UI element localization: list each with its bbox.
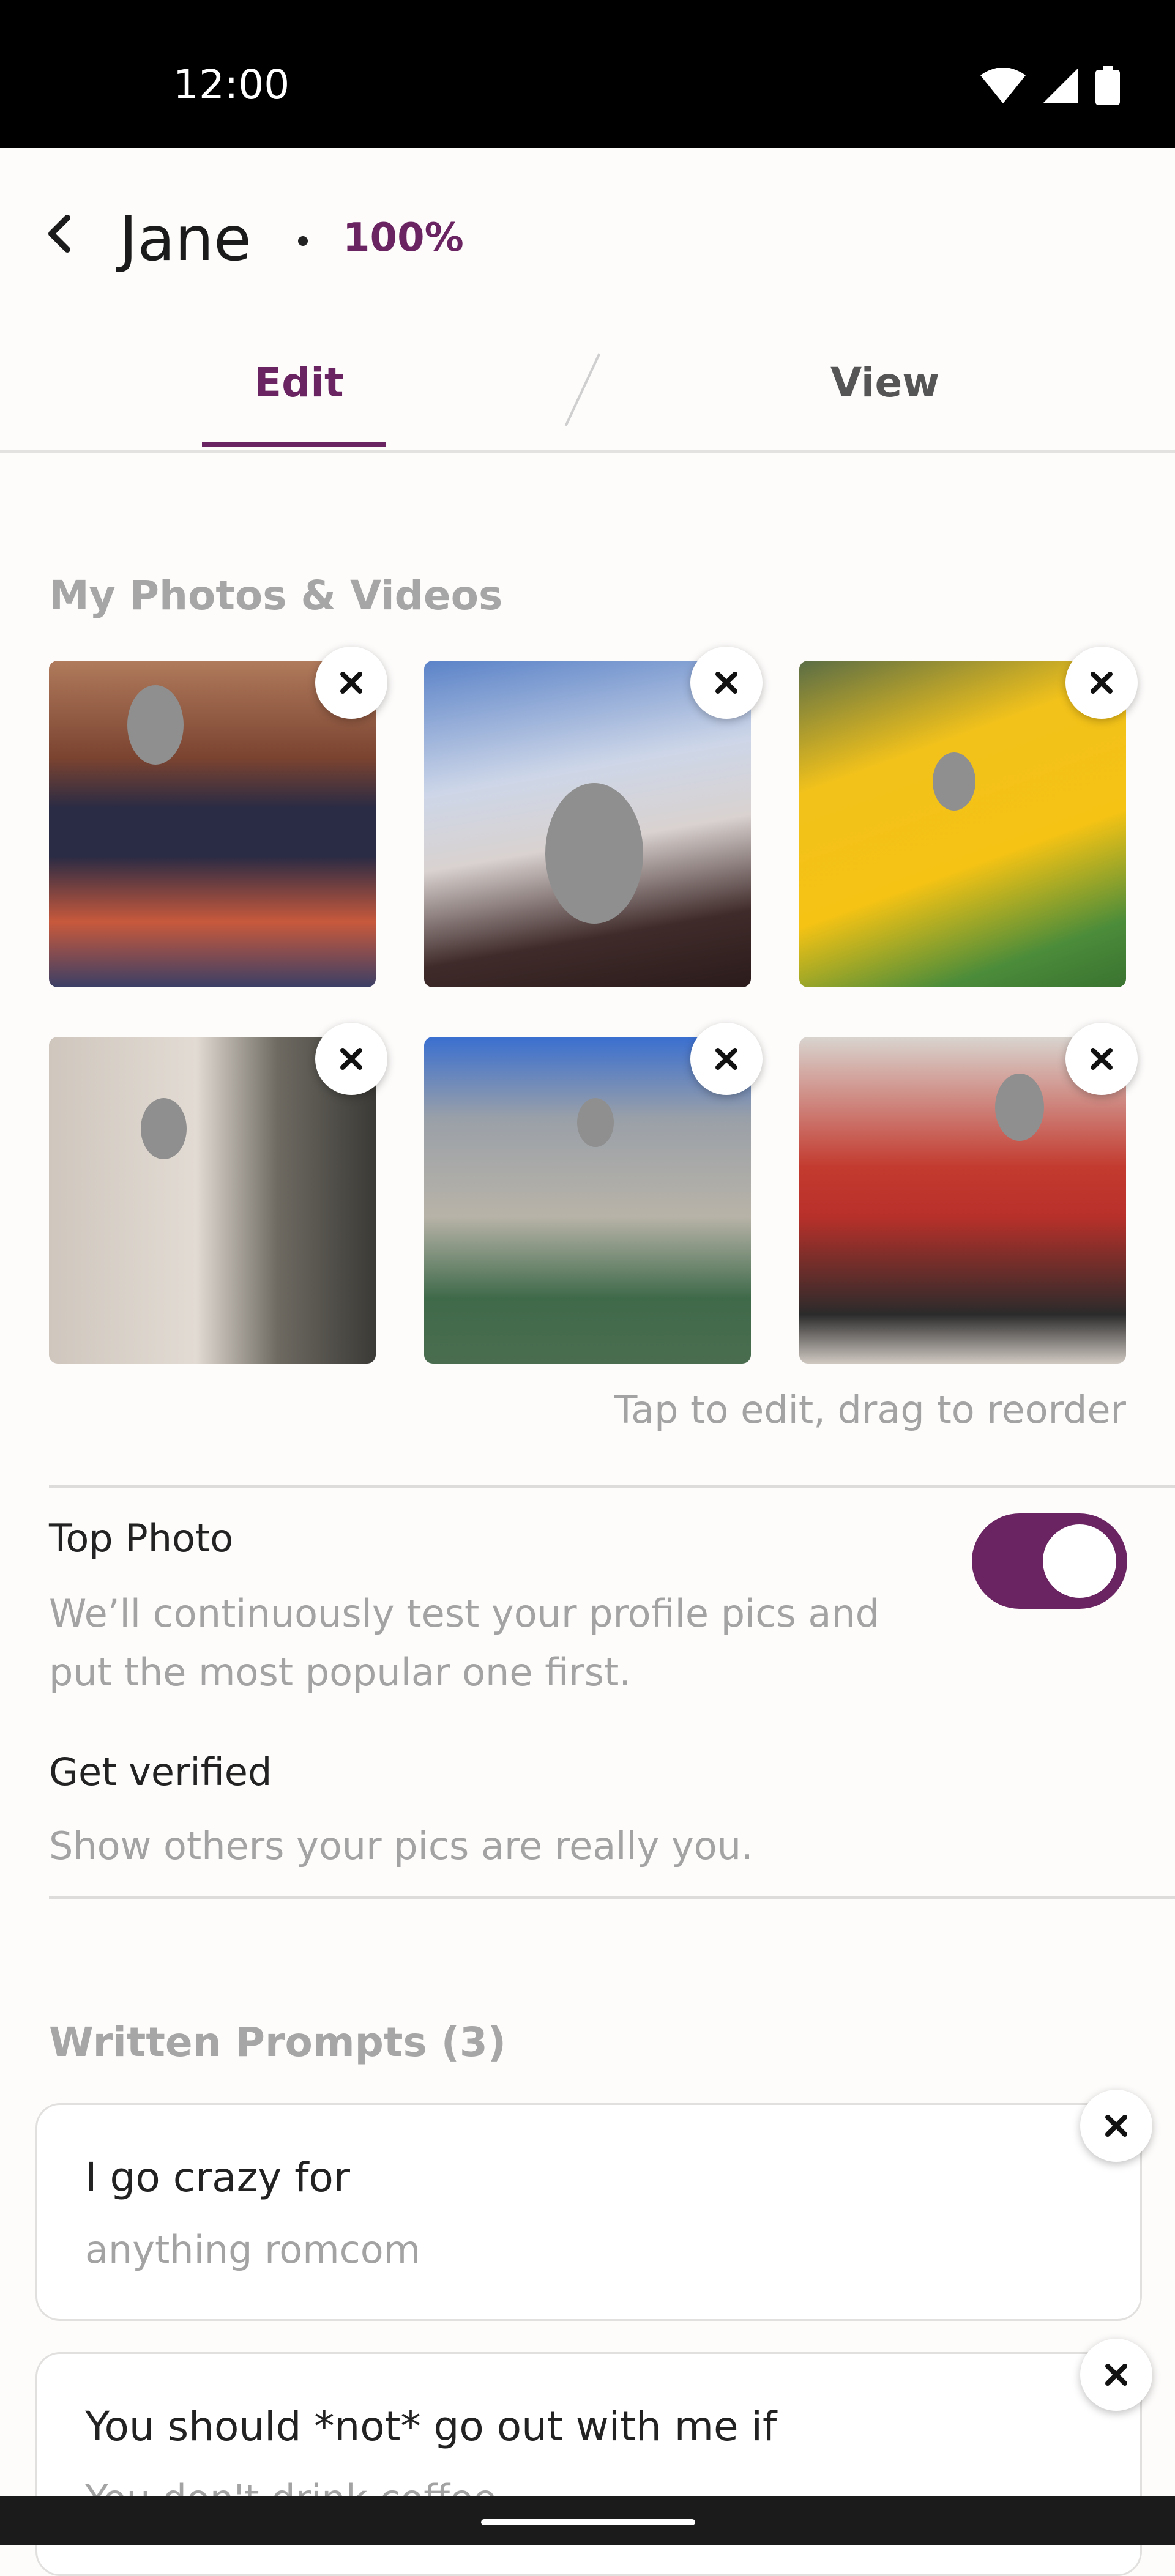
prompt-answer: anything romcom bbox=[85, 2227, 421, 2272]
status-time: 12:00 bbox=[173, 61, 290, 108]
profile-name: Jane bbox=[119, 203, 252, 275]
tab-view[interactable]: View bbox=[830, 359, 939, 406]
photos-hint: Tap to edit, drag to reorder bbox=[614, 1387, 1126, 1432]
remove-photo-2-button[interactable] bbox=[690, 647, 763, 719]
top-photo-description: We’ll continuously test your profile pic… bbox=[49, 1591, 880, 1694]
top-photo-title: Top Photo bbox=[49, 1516, 234, 1561]
face-blur bbox=[577, 1098, 614, 1147]
close-icon bbox=[1091, 1048, 1113, 1070]
remove-photo-6-button[interactable] bbox=[1065, 1023, 1138, 1095]
close-icon bbox=[340, 1048, 362, 1070]
face-blur bbox=[545, 783, 643, 924]
get-verified-title[interactable]: Get verified bbox=[49, 1750, 272, 1794]
remove-photo-3-button[interactable] bbox=[1065, 647, 1138, 719]
remove-photo-4-button[interactable] bbox=[315, 1023, 387, 1095]
prompt-question: You should *not* go out with me if bbox=[85, 2403, 777, 2450]
prompt-question: I go crazy for bbox=[85, 2154, 350, 2201]
profile-completion: 100% bbox=[343, 215, 464, 261]
face-blur bbox=[141, 1098, 187, 1159]
close-icon bbox=[1105, 2115, 1127, 2137]
app-bar: Jane 100% bbox=[0, 148, 1175, 325]
system-navigation-bar bbox=[0, 2496, 1175, 2545]
close-icon bbox=[1105, 2364, 1127, 2386]
prompt-card-1[interactable]: I go crazy for anything romcom bbox=[35, 2103, 1142, 2321]
status-bar: 12:00 bbox=[0, 0, 1175, 148]
remove-photo-5-button[interactable] bbox=[690, 1023, 763, 1095]
separator-dot bbox=[298, 236, 308, 246]
remove-prompt-1-button[interactable] bbox=[1080, 2090, 1152, 2162]
toggle-knob bbox=[1043, 1524, 1116, 1598]
wifi-icon bbox=[980, 68, 1026, 103]
back-arrow-icon[interactable] bbox=[37, 209, 86, 258]
prompts-section-title: Written Prompts (3) bbox=[49, 2019, 506, 2066]
close-icon bbox=[715, 672, 737, 694]
close-icon bbox=[1091, 672, 1113, 694]
remove-photo-1-button[interactable] bbox=[315, 647, 387, 719]
tab-bar: Edit View bbox=[0, 325, 1175, 453]
cellular-icon bbox=[1043, 68, 1078, 103]
divider bbox=[49, 1896, 1175, 1899]
remove-prompt-2-button[interactable] bbox=[1080, 2339, 1152, 2411]
tab-edit[interactable]: Edit bbox=[254, 359, 344, 406]
tab-separator bbox=[564, 353, 601, 426]
face-blur bbox=[933, 752, 975, 811]
status-icons bbox=[980, 66, 1120, 105]
close-icon bbox=[340, 672, 362, 694]
top-photo-toggle[interactable] bbox=[972, 1513, 1127, 1609]
face-blur bbox=[995, 1074, 1044, 1141]
photos-section-title: My Photos & Videos bbox=[49, 572, 503, 619]
divider bbox=[49, 1485, 1175, 1488]
active-tab-indicator bbox=[202, 442, 386, 447]
face-blur bbox=[127, 685, 184, 765]
battery-icon bbox=[1095, 66, 1120, 105]
close-icon bbox=[715, 1048, 737, 1070]
get-verified-description: Show others your pics are really you. bbox=[49, 1824, 753, 1868]
home-gesture-handle[interactable] bbox=[481, 2519, 695, 2525]
